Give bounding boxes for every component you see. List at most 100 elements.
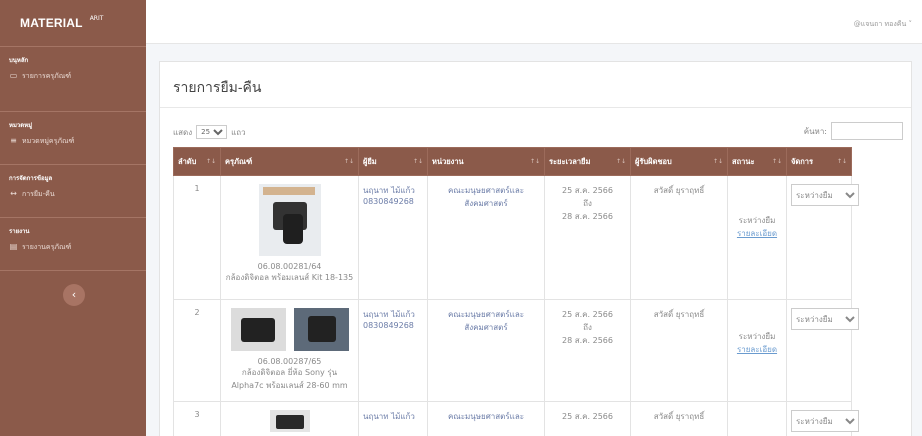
date-to-word: ถึง	[583, 199, 592, 208]
header-label: ผู้ยืม	[363, 156, 377, 166]
brand-name: MATERIAL	[20, 16, 83, 30]
borrower-phone: 0830849268	[363, 321, 414, 330]
page-length-select[interactable]: 25	[196, 125, 228, 139]
equipment-photo[interactable]	[230, 308, 286, 351]
status-text: ระหว่างยืม	[738, 216, 776, 225]
file-icon: ▤	[9, 242, 18, 251]
col-header-no[interactable]: ลำดับ ↑↓	[173, 147, 221, 176]
sidebar-item-borrow-return[interactable]: ↔ การยืม-คืน	[9, 184, 146, 204]
sidebar-item-label: รายงานครุภัณฑ์	[22, 243, 72, 251]
cell-period: 25 ส.ค. 2566 ถึง 28 ส.ค. 2566	[544, 299, 631, 402]
sidebar-item-label: การยืม-คืน	[22, 190, 55, 198]
cell-owner: สวัสดิ์ ยุราฤทธิ์	[630, 175, 728, 300]
status-select[interactable]: ระหว่างยืม	[791, 184, 859, 206]
table-row: 3 นฤนาท ไม้แก้ว คณะมนุษยศาสตร์และ 25 ส.ค…	[173, 401, 859, 436]
col-header-equipment[interactable]: ครุภัณฑ์ ↑↓	[220, 147, 359, 176]
topbar: @แจนถา ทองคืน ˅	[146, 0, 922, 44]
sidebar-item-label: หมวดหมู่ครุภัณฑ์	[22, 137, 75, 145]
cell-manage: ระหว่างยืม	[786, 401, 859, 436]
col-header-dept[interactable]: หน่วยงาน ↑↓	[427, 147, 545, 176]
cell-no: 2	[173, 299, 221, 402]
header-label: ครุภัณฑ์	[225, 156, 253, 166]
sidebar-item-equipment-list[interactable]: ▭ รายการครุภัณฑ์	[9, 66, 146, 86]
main-content: รายการยืม-คืน แสดง 25 แถว ค้นหา: ลำดับ ↑↓…	[146, 44, 922, 436]
sidebar-item-category[interactable]: ≡ หมวดหมู่ครุภัณฑ์	[9, 131, 146, 151]
equipment-photo[interactable]	[293, 308, 349, 351]
borrower-phone: 0830849268	[363, 197, 414, 206]
dept-name: คณะมนุษยศาสตร์และ	[447, 412, 525, 421]
swap-icon: ↔	[10, 189, 17, 198]
page-title: รายการยืม-คืน	[173, 79, 262, 95]
equipment-photo[interactable]	[269, 410, 310, 432]
cell-dept: คณะมนุษยศาสตร์และสังคมศาสตร์	[427, 175, 545, 300]
brand[interactable]: MATERIAL ARIT	[0, 0, 146, 47]
table-header-row: ลำดับ ↑↓ ครุภัณฑ์ ↑↓ ผู้ยืม ↑↓ หน่วยงาน ↑↓ ร…	[173, 147, 852, 176]
length-prefix: แสดง	[173, 127, 193, 137]
cell-borrower: นฤนาท ไม้แก้ว	[358, 401, 428, 436]
header-label: จัดการ	[791, 156, 814, 166]
borrow-table: ลำดับ ↑↓ ครุภัณฑ์ ↑↓ ผู้ยืม ↑↓ หน่วยงาน ↑↓ ร…	[173, 147, 859, 436]
dept-name: คณะมนุษยศาสตร์และสังคมศาสตร์	[447, 310, 525, 332]
status-select[interactable]: ระหว่างยืม	[791, 308, 859, 330]
cell-owner: สวัสดิ์ ยุราฤทธิ์	[630, 299, 728, 402]
col-header-period[interactable]: ระยะเวลายืม ↑↓	[544, 147, 631, 176]
borrower-name: นฤนาท ไม้แก้ว	[363, 310, 415, 319]
borrower-name: นฤนาท ไม้แก้ว	[363, 186, 415, 195]
cell-manage: ระหว่างยืม	[786, 299, 859, 402]
sort-icon: ↑↓	[771, 158, 782, 165]
cell-no: 3	[173, 401, 221, 436]
cell-dept: คณะมนุษยศาสตร์และสังคมศาสตร์	[427, 299, 545, 402]
chevron-left-icon: ‹	[71, 288, 77, 301]
cell-equipment: 06.08.00287/65 กล้องดิจิตอล ยี่ห้อ Sony …	[220, 299, 359, 402]
col-header-borrower[interactable]: ผู้ยืม ↑↓	[358, 147, 428, 176]
section-title: หมวดหมู่	[9, 122, 33, 129]
cell-equipment	[220, 401, 359, 436]
length-suffix: แถว	[231, 127, 246, 137]
sort-icon: ↑↓	[712, 158, 723, 165]
equipment-code: 06.08.00281/64	[257, 262, 322, 271]
header-label: ระยะเวลายืม	[549, 156, 591, 166]
search-control: ค้นหา:	[804, 122, 903, 140]
date-from: 25 ส.ค. 2566	[562, 310, 613, 319]
cell-period: 25 ส.ค. 2566	[544, 401, 631, 436]
dept-name: คณะมนุษยศาสตร์และสังคมศาสตร์	[447, 186, 525, 208]
equipment-photo[interactable]	[258, 184, 321, 256]
date-to: 28 ส.ค. 2566	[562, 336, 613, 345]
status-select[interactable]: ระหว่างยืม	[791, 410, 859, 432]
date-from: 25 ส.ค. 2566	[562, 412, 613, 421]
sort-icon: ↑↓	[412, 158, 423, 165]
sort-icon: ↑↓	[529, 158, 540, 165]
sort-icon: ↑↓	[343, 158, 354, 165]
monitor-icon: ▭	[9, 71, 18, 80]
cell-borrower: นฤนาท ไม้แก้ว 0830849268	[358, 175, 428, 300]
cell-equipment: 06.08.00281/64 กล้องดิจิตอล พร้อมเลนส์ K…	[220, 175, 359, 300]
sidebar-section-manage: การจัดการข้อมูล ↔ การยืม-คืน	[0, 165, 146, 217]
cell-period: 25 ส.ค. 2566 ถึง 28 ส.ค. 2566	[544, 175, 631, 300]
search-input[interactable]	[831, 122, 903, 140]
col-header-status[interactable]: สถานะ ↑↓	[727, 147, 787, 176]
cell-owner: สวัสดิ์ ยุราฤทธิ์	[630, 401, 728, 436]
table-row: 1 06.08.00281/64 กล้องดิจิตอล พร้อมเลนส์…	[173, 175, 859, 300]
section-title: บนุหลัก	[9, 57, 29, 64]
sidebar-item-report[interactable]: ▤ รายงานครุภัณฑ์	[9, 237, 146, 257]
equipment-name: กล้องดิจิตอล ยี่ห้อ Sony รุ่น Alpha7c พร…	[231, 368, 348, 390]
header-label: หน่วยงาน	[432, 156, 464, 166]
cell-status: ระหว่างยืม รายละเอียด	[727, 299, 787, 402]
search-label: ค้นหา:	[803, 126, 827, 136]
detail-link[interactable]: รายละเอียด	[732, 227, 782, 240]
header-label: ลำดับ	[178, 156, 197, 166]
sort-icon: ↑↓	[836, 158, 847, 165]
user-menu[interactable]: @แจนถา ทองคืน ˅	[854, 19, 912, 30]
cell-manage: ระหว่างยืม	[786, 175, 859, 300]
detail-link[interactable]: รายละเอียด	[732, 343, 782, 356]
list-icon: ≡	[10, 136, 17, 145]
brand-sup: ARIT	[89, 14, 104, 22]
col-header-manage[interactable]: จัดการ ↑↓	[786, 147, 852, 176]
sidebar-collapse-button[interactable]: ‹	[63, 284, 85, 306]
col-header-owner[interactable]: ผู้รับผิดชอบ ↑↓	[630, 147, 728, 176]
header-label: ผู้รับผิดชอบ	[635, 156, 672, 166]
equipment-code: 06.08.00287/65	[257, 357, 322, 366]
equipment-name: กล้องดิจิตอล พร้อมเลนส์ Kit 18-135	[225, 273, 354, 282]
cell-no: 1	[173, 175, 221, 300]
sidebar-section-report: รายงาน ▤ รายงานครุภัณฑ์	[0, 218, 146, 270]
